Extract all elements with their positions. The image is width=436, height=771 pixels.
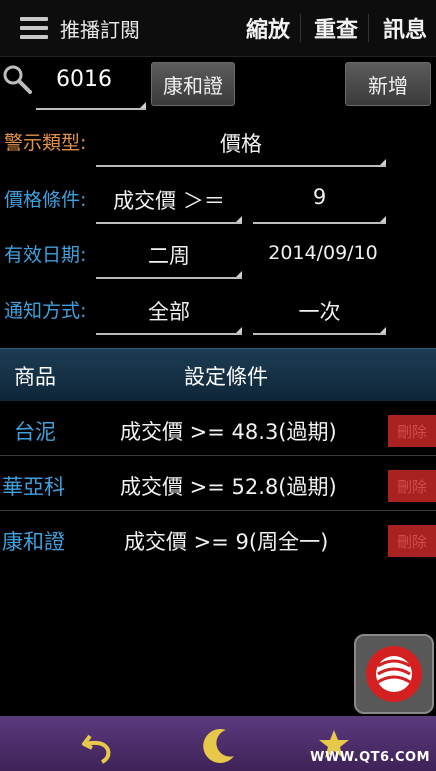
divider	[300, 14, 301, 42]
select-underline	[96, 222, 242, 224]
select-underline	[96, 165, 386, 167]
top-action-bar: 推播訂閱 縮放 重查 訊息	[0, 0, 436, 57]
dropdown-corner-icon	[236, 216, 242, 222]
stock-name-button[interactable]: 康和證	[151, 62, 235, 106]
menu-icon[interactable]	[20, 17, 48, 39]
add-button[interactable]: 新增	[345, 62, 431, 106]
row-condition: 成交價 >= 9(周全一)	[124, 530, 329, 554]
dropdown-corner-icon	[380, 327, 386, 333]
table-header: 商品 設定條件	[0, 348, 436, 401]
table-row[interactable]: 華亞科 成交價 >= 52.8(過期) 刪除	[0, 459, 436, 511]
row-product: 華亞科	[2, 475, 65, 499]
stock-code-value: 6016	[56, 67, 112, 92]
back-icon[interactable]	[80, 728, 116, 764]
column-header-condition: 設定條件	[184, 365, 268, 389]
broker-logo-icon	[366, 646, 422, 702]
table-row[interactable]: 台泥 成交價 >= 48.3(過期) 刪除	[0, 404, 436, 456]
select-underline	[253, 333, 386, 335]
delete-button[interactable]: 刪除	[388, 525, 436, 557]
input-underline	[253, 222, 386, 224]
input-underline	[36, 108, 146, 110]
notify-frequency-select[interactable]: 一次	[253, 296, 386, 326]
valid-date-label: 有效日期:	[4, 244, 87, 266]
table-row[interactable]: 康和證 成交價 >= 9(周全一) 刪除	[0, 514, 436, 566]
dropdown-corner-icon	[236, 327, 242, 333]
price-operator-select[interactable]: 成交價 ＞＝	[96, 185, 242, 215]
price-value-input[interactable]: 9	[253, 185, 386, 209]
notify-method-select[interactable]: 全部	[96, 296, 242, 326]
delete-button[interactable]: 刪除	[388, 470, 436, 502]
dropdown-corner-icon	[236, 271, 242, 277]
select-underline	[96, 277, 242, 279]
watermark-text: WWW.QT6.COM	[310, 750, 430, 765]
bottom-navigation-bar: WWW.QT6.COM	[0, 716, 436, 771]
alert-type-label: 警示類型:	[4, 132, 87, 154]
row-condition: 成交價 >= 52.8(過期)	[120, 475, 337, 499]
row-product: 台泥	[14, 420, 56, 444]
valid-date-value: 2014/09/10	[268, 242, 378, 264]
divider	[368, 14, 369, 42]
valid-period-select[interactable]: 二周	[96, 240, 242, 270]
messages-button[interactable]: 訊息	[383, 12, 427, 44]
dropdown-corner-icon	[380, 159, 386, 165]
notify-label: 通知方式:	[4, 300, 87, 322]
row-divider	[0, 510, 436, 511]
price-condition-label: 價格條件:	[4, 189, 87, 211]
broker-logo-button[interactable]	[354, 634, 434, 714]
night-mode-icon[interactable]	[200, 726, 240, 766]
alert-type-select[interactable]: 價格	[96, 128, 386, 158]
row-divider	[0, 455, 436, 456]
delete-button[interactable]: 刪除	[388, 415, 436, 447]
requery-button[interactable]: 重查	[314, 12, 358, 44]
dropdown-corner-icon	[380, 216, 386, 222]
search-icon	[3, 65, 32, 94]
row-condition: 成交價 >= 48.3(過期)	[120, 420, 337, 444]
column-header-product: 商品	[14, 365, 56, 389]
row-product: 康和證	[2, 530, 65, 554]
app-title: 推播訂閱	[60, 18, 140, 42]
zoom-button[interactable]: 縮放	[246, 12, 290, 44]
select-underline	[96, 333, 242, 335]
dropdown-corner-icon	[140, 102, 146, 108]
